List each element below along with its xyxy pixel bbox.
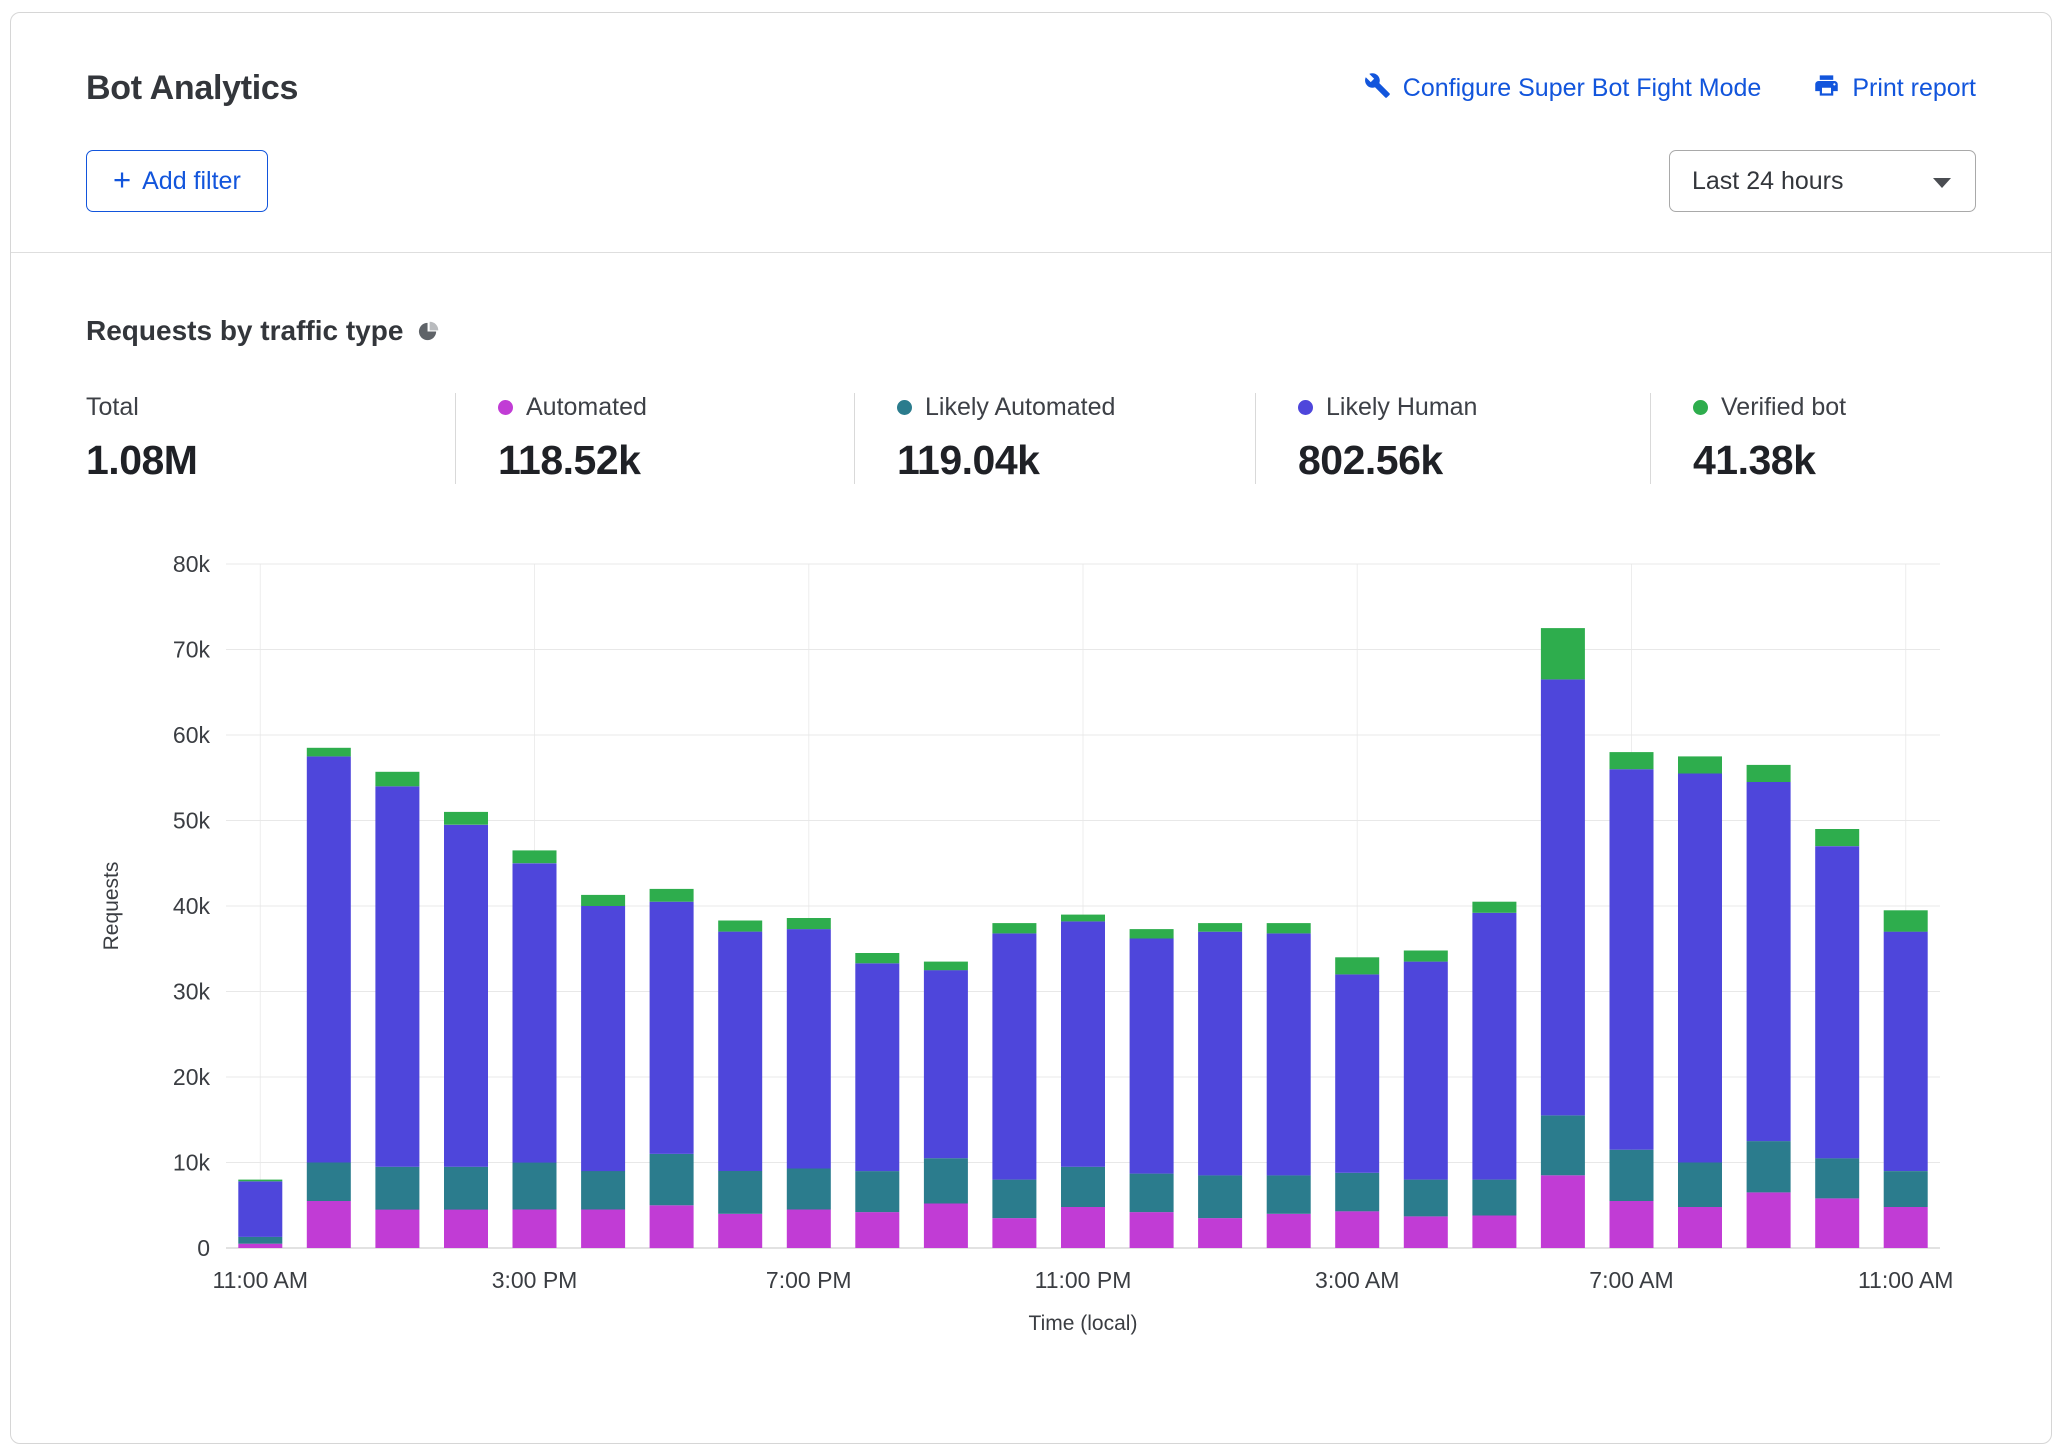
svg-text:Requests: Requests xyxy=(100,862,123,951)
configure-super-bot-fight-mode-link[interactable]: Configure Super Bot Fight Mode xyxy=(1364,72,1762,106)
stat-value-automated: 118.52k xyxy=(498,437,834,484)
legend-dot-verified-bot xyxy=(1693,400,1708,415)
svg-text:7:00 PM: 7:00 PM xyxy=(766,1267,852,1293)
svg-text:80k: 80k xyxy=(173,551,211,577)
plus-icon: + xyxy=(113,164,131,195)
section-title: Requests by traffic type xyxy=(86,315,403,347)
stat-label-automated: Automated xyxy=(526,393,647,422)
chevron-down-icon xyxy=(1931,167,1953,196)
svg-text:11:00 AM: 11:00 AM xyxy=(213,1267,308,1293)
legend-dot-likely-human xyxy=(1298,400,1313,415)
pie-chart-icon xyxy=(417,320,440,343)
svg-text:0: 0 xyxy=(197,1235,210,1261)
svg-text:Time (local): Time (local) xyxy=(1029,1312,1138,1335)
stat-label-verified-bot: Verified bot xyxy=(1721,393,1846,422)
time-range-select[interactable]: Last 24 hours xyxy=(1669,150,1976,212)
card-body: Requests by traffic type Total 1.08M Autom… xyxy=(11,253,2051,1343)
traffic-type-legend: Total 1.08M Automated 118.52k Likely Automat… xyxy=(86,393,1976,484)
configure-link-label: Configure Super Bot Fight Mode xyxy=(1403,74,1762,103)
legend-dot-likely-automated xyxy=(897,400,912,415)
stat-verified-bot[interactable]: Verified bot 41.38k xyxy=(1650,393,1976,484)
svg-text:20k: 20k xyxy=(173,1064,211,1090)
card-header: Bot Analytics Configure Super Bot Fight … xyxy=(11,13,2051,252)
stat-label-likely-automated: Likely Automated xyxy=(925,393,1115,422)
svg-text:3:00 PM: 3:00 PM xyxy=(492,1267,578,1293)
chart-container: 0 10k 20k 30k 40k 50k 60k 70k 80k 11:00 AM 3:00 PM… xyxy=(86,538,1976,1343)
stat-value-verified-bot: 41.38k xyxy=(1693,437,1956,484)
stat-label-likely-human: Likely Human xyxy=(1326,393,1477,422)
svg-text:50k: 50k xyxy=(173,808,211,834)
stat-value-likely-human: 802.56k xyxy=(1298,437,1630,484)
svg-text:3:00 AM: 3:00 AM xyxy=(1315,1267,1399,1293)
print-link-label: Print report xyxy=(1852,74,1976,103)
svg-text:7:00 AM: 7:00 AM xyxy=(1589,1267,1673,1293)
stat-likely-human[interactable]: Likely Human 802.56k xyxy=(1255,393,1650,484)
add-filter-button[interactable]: + Add filter xyxy=(86,150,268,212)
wrench-icon xyxy=(1364,72,1391,106)
stat-value-total: 1.08M xyxy=(86,437,435,484)
svg-text:10k: 10k xyxy=(173,1150,211,1176)
stat-automated[interactable]: Automated 118.52k xyxy=(455,393,854,484)
requests-by-traffic-type-chart: 0 10k 20k 30k 40k 50k 60k 70k 80k 11:00 AM 3:00 PM… xyxy=(86,538,1986,1338)
svg-text:11:00 AM: 11:00 AM xyxy=(1858,1267,1953,1293)
print-report-link[interactable]: Print report xyxy=(1813,72,1976,106)
bot-analytics-card: Bot Analytics Configure Super Bot Fight … xyxy=(10,12,2052,1444)
printer-icon xyxy=(1813,72,1840,106)
svg-text:70k: 70k xyxy=(173,637,211,663)
svg-text:60k: 60k xyxy=(173,722,211,748)
legend-dot-automated xyxy=(498,400,513,415)
stat-label-total: Total xyxy=(86,393,139,422)
svg-text:11:00 PM: 11:00 PM xyxy=(1035,1267,1132,1293)
time-range-value: Last 24 hours xyxy=(1692,167,1844,196)
add-filter-label: Add filter xyxy=(142,167,241,196)
svg-text:30k: 30k xyxy=(173,979,211,1005)
svg-text:40k: 40k xyxy=(173,893,211,919)
stat-value-likely-automated: 119.04k xyxy=(897,437,1235,484)
stat-likely-automated[interactable]: Likely Automated 119.04k xyxy=(854,393,1255,484)
page-title: Bot Analytics xyxy=(86,69,298,108)
stat-total: Total 1.08M xyxy=(86,393,455,484)
